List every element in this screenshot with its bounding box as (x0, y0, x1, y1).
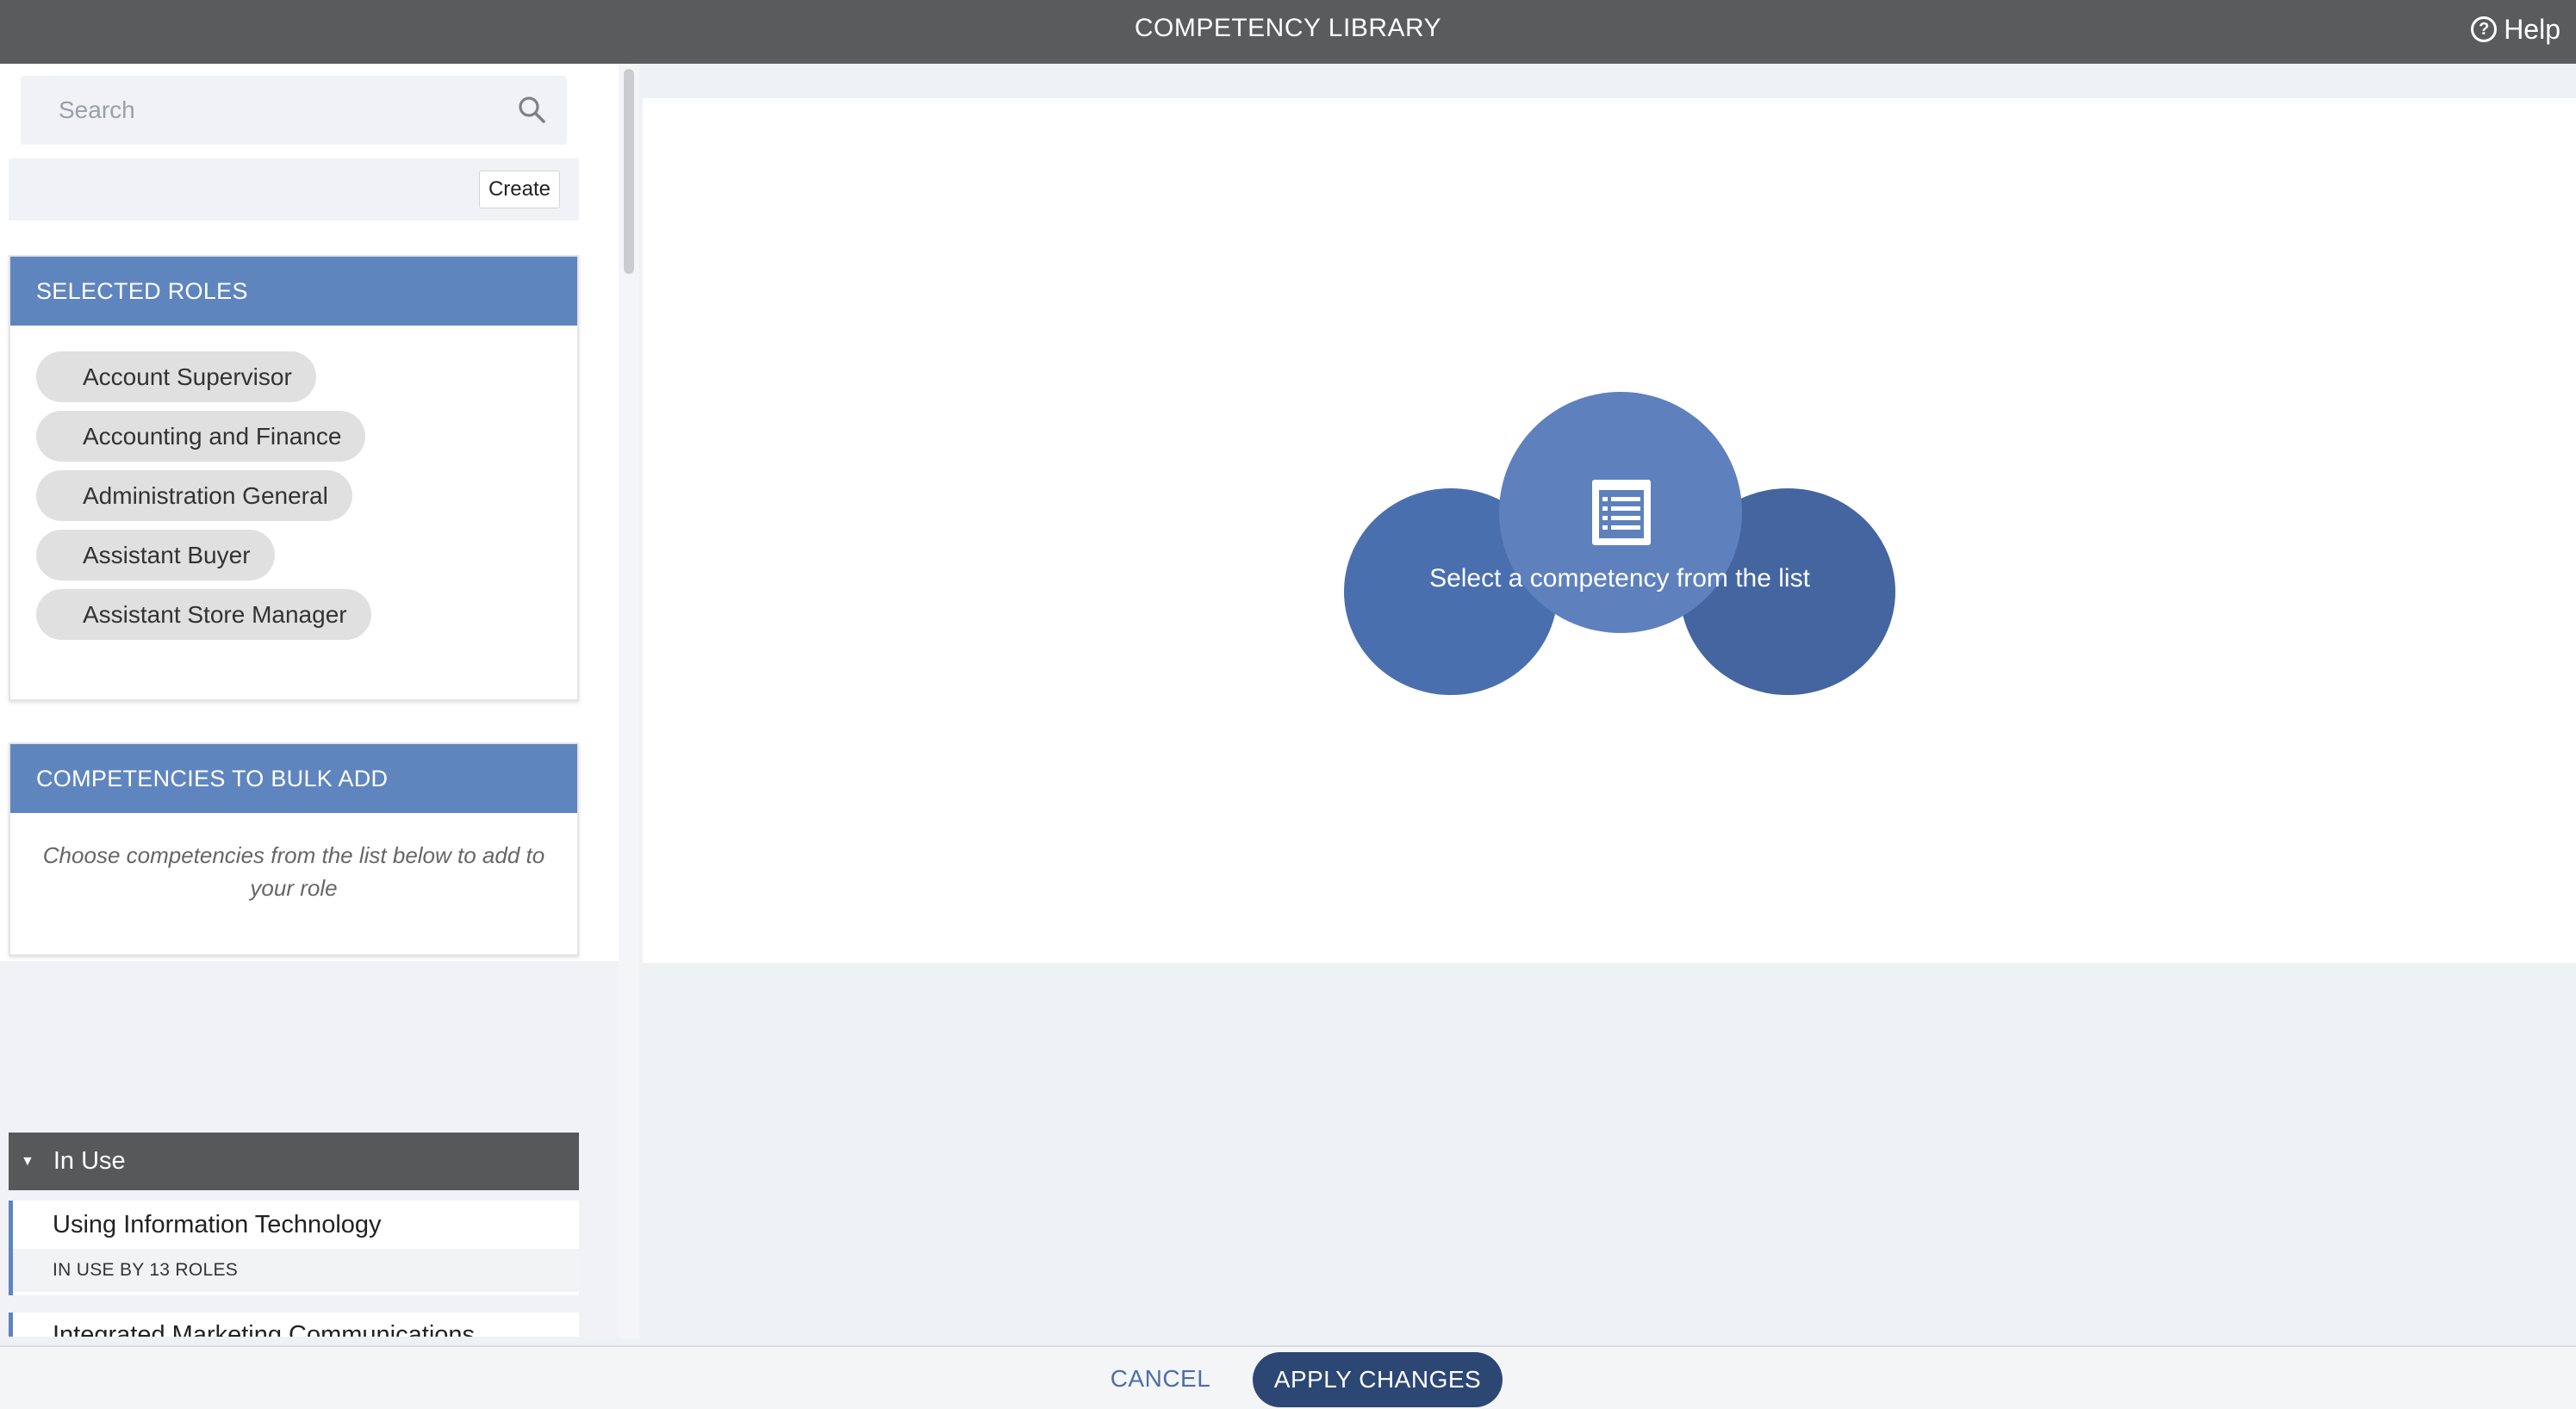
create-button[interactable]: Create (478, 171, 560, 208)
left-panel-scrollbar[interactable] (619, 64, 639, 1338)
help-button[interactable]: ? Help (2471, 12, 2560, 47)
question-circle-icon: ? (2471, 16, 2498, 42)
role-chip[interactable]: Administration General (36, 470, 352, 521)
caret-down-icon: ▼ (21, 1153, 34, 1169)
role-chip[interactable]: Assistant Store Manager (36, 589, 371, 640)
magnifier-icon[interactable] (517, 95, 546, 124)
help-label: Help (2504, 13, 2560, 45)
action-footer: CANCEL APPLY CHANGES (0, 1345, 2576, 1409)
create-toolbar: Create (9, 158, 579, 220)
bulk-add-card: COMPETENCIES TO BULK ADD Choose competen… (9, 742, 579, 956)
search-box (21, 76, 567, 145)
empty-state-message: Select a competency from the list (1429, 564, 1810, 593)
app-header: COMPETENCY LIBRARY ? Help (0, 0, 2576, 64)
competency-name: Integrated Marketing Communications (53, 1321, 476, 1338)
search-input[interactable] (21, 76, 503, 145)
selected-roles-title: SELECTED ROLES (10, 257, 577, 326)
competency-name: Using Information Technology (53, 1211, 382, 1238)
role-chip[interactable]: Account Supervisor (36, 351, 316, 402)
scrollbar-thumb[interactable] (624, 69, 634, 274)
competency-usage: IN USE BY 13 ROLES (13, 1249, 579, 1292)
in-use-group-label: In Use (53, 1147, 126, 1175)
left-panel: Create SELECTED ROLES Account Supervisor… (0, 64, 619, 1338)
bulk-add-title: COMPETENCIES TO BULK ADD (10, 744, 577, 813)
apply-changes-button[interactable]: APPLY CHANGES (1253, 1352, 1503, 1407)
list-document-icon (1592, 480, 1651, 545)
page-title: COMPETENCY LIBRARY (1134, 14, 1442, 42)
selected-roles-card: SELECTED ROLES Account Supervisor Accoun… (9, 255, 579, 701)
in-use-group-toggle[interactable]: ▼ In Use (9, 1133, 579, 1190)
competency-list-item[interactable]: Integrated Marketing Communications (9, 1313, 579, 1338)
cancel-button[interactable]: CANCEL (1103, 1357, 1218, 1400)
empty-state: Select a competency from the list (1344, 392, 1895, 698)
role-chip[interactable]: Assistant Buyer (36, 530, 275, 580)
competency-list-item[interactable]: Using Information Technology IN USE BY 1… (9, 1201, 579, 1295)
bulk-add-instruction: Choose competencies from the list below … (42, 842, 545, 901)
role-chip[interactable]: Accounting and Finance (36, 411, 366, 462)
role-list: Account Supervisor Accounting and Financ… (10, 326, 577, 640)
list-clip-edge (0, 1337, 619, 1338)
